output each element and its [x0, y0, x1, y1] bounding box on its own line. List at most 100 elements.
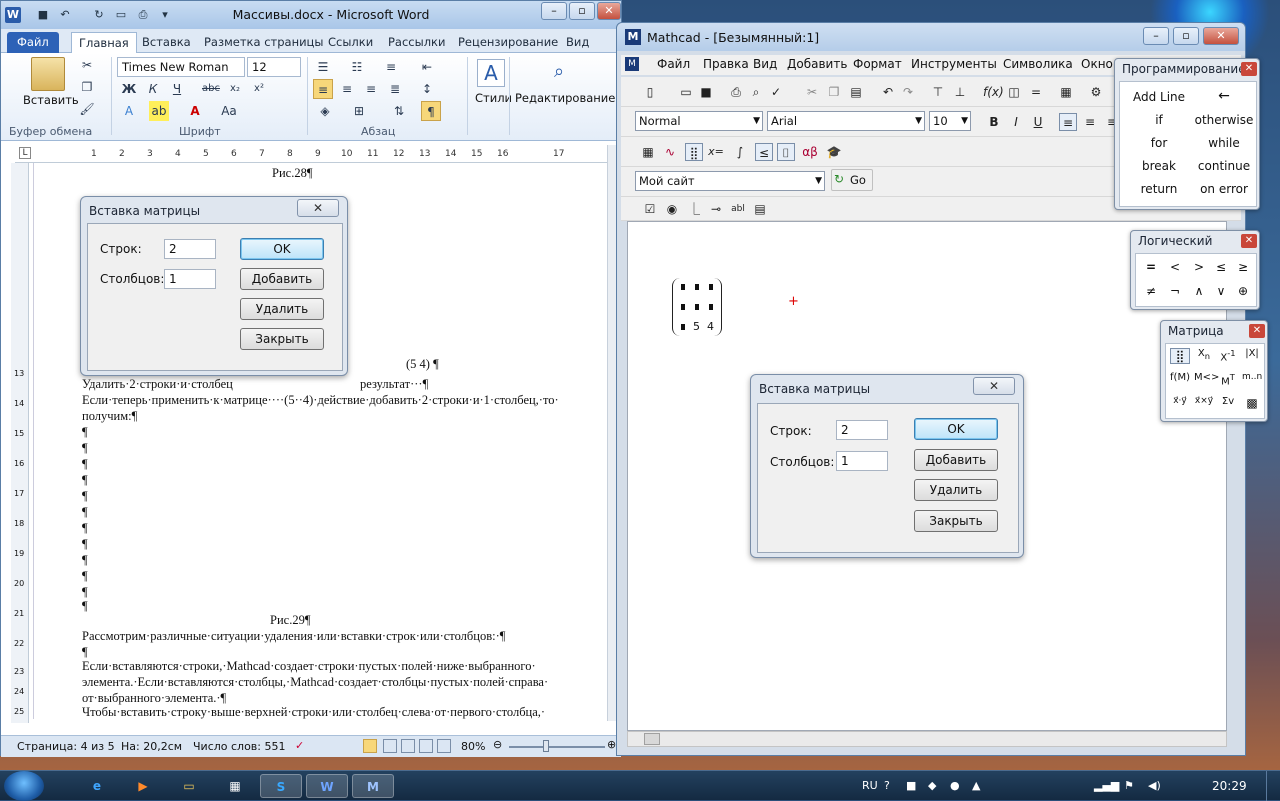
vectorize-icon[interactable]: f(M): [1170, 372, 1190, 383]
align-center-button[interactable]: ≡: [1081, 113, 1099, 131]
change-case-icon[interactable]: Aa: [219, 101, 239, 121]
tab-insert[interactable]: Вставка: [135, 32, 198, 53]
close-button[interactable]: ✕: [597, 2, 621, 20]
ok-button[interactable]: OK: [914, 418, 998, 440]
binoculars-icon[interactable]: ⌕: [545, 59, 573, 87]
insert-matrix-icon[interactable]: ⣿: [1170, 348, 1190, 364]
menu-tools[interactable]: Инструменты: [911, 57, 997, 71]
menu-edit[interactable]: Правка: [703, 57, 749, 71]
redo-icon[interactable]: ↷: [899, 83, 917, 101]
bold-button[interactable]: Ж: [119, 79, 139, 99]
save-icon[interactable]: ■: [35, 7, 51, 23]
less-than-button[interactable]: <: [1164, 260, 1186, 274]
tab-stop-icon[interactable]: L: [19, 147, 31, 159]
on-error-button[interactable]: on error: [1194, 182, 1254, 196]
new-icon[interactable]: ▯: [641, 83, 659, 101]
save-icon[interactable]: ■: [697, 83, 715, 101]
underline-button[interactable]: U: [1029, 113, 1047, 131]
rows-input[interactable]: 2: [164, 239, 216, 259]
boolean-icon[interactable]: ≤: [755, 143, 773, 161]
matrix-slot[interactable]: [695, 304, 699, 310]
component-icon[interactable]: ⚙: [1087, 83, 1105, 101]
add-line-button[interactable]: Add Line: [1124, 90, 1194, 104]
matrix-placeholder[interactable]: 5 4: [672, 278, 722, 336]
multilevel-list-icon[interactable]: ≡: [381, 57, 401, 77]
preview-icon[interactable]: ⌕: [747, 83, 765, 101]
tab-mailings[interactable]: Рассылки: [381, 32, 452, 53]
numbering-icon[interactable]: ☷: [347, 57, 367, 77]
media-player-icon[interactable]: ▶: [122, 774, 164, 798]
picture-icon[interactable]: ▩: [1242, 396, 1262, 410]
ok-button[interactable]: OK: [240, 238, 324, 260]
status-words[interactable]: Число слов: 551: [193, 740, 286, 753]
matrix-cell[interactable]: 4: [707, 320, 714, 333]
maximize-button[interactable]: ▫: [1173, 27, 1199, 45]
zoom-out-icon[interactable]: ⊖: [493, 738, 502, 751]
bullets-icon[interactable]: ☰: [313, 57, 333, 77]
tab-references[interactable]: Ссылки: [321, 32, 380, 53]
calculate-icon[interactable]: =: [1027, 83, 1045, 101]
calculator-icon[interactable]: ▦: [214, 774, 256, 798]
insert-picture-icon[interactable]: ▦: [1057, 83, 1075, 101]
button-control-icon[interactable]: ⎿: [685, 200, 703, 218]
matrix-slot[interactable]: [681, 284, 685, 290]
programming-icon[interactable]: ⌷: [777, 143, 795, 161]
proofing-icon[interactable]: ✓: [295, 739, 304, 752]
redo-icon[interactable]: ↻: [91, 7, 107, 23]
insert-unit-icon[interactable]: ◫: [1005, 83, 1023, 101]
zoom-in-icon[interactable]: ⊕: [607, 738, 616, 751]
greek-icon[interactable]: αβ: [801, 143, 819, 161]
less-equal-button[interactable]: ≤: [1210, 260, 1232, 274]
spellcheck-icon[interactable]: ✓: [767, 83, 785, 101]
zoom-slider-handle[interactable]: [543, 740, 549, 752]
minimize-button[interactable]: –: [541, 2, 567, 20]
tab-review[interactable]: Рецензирование: [451, 32, 565, 53]
otherwise-button[interactable]: otherwise: [1194, 113, 1254, 127]
tray-app-icon[interactable]: ●: [950, 779, 960, 792]
for-button[interactable]: for: [1124, 136, 1194, 150]
palette-close-icon[interactable]: ✕: [1241, 62, 1257, 76]
determinant-icon[interactable]: |X|: [1242, 348, 1262, 359]
break-button[interactable]: break: [1124, 159, 1194, 173]
matrix-slot[interactable]: [695, 284, 699, 290]
subscript-icon[interactable]: Xn: [1194, 348, 1214, 361]
site-select[interactable]: Мой сайт ▼: [635, 171, 825, 191]
radio-control-icon[interactable]: ◉: [663, 200, 681, 218]
volume-icon[interactable]: ◀): [1148, 779, 1161, 792]
tab-home[interactable]: Главная: [71, 32, 137, 53]
cut-icon[interactable]: ✂: [77, 55, 97, 75]
paste-icon[interactable]: ▤: [847, 83, 865, 101]
align-right-button[interactable]: ≡: [361, 79, 381, 99]
decrease-indent-icon[interactable]: ⇤: [417, 57, 437, 77]
matrix-icon[interactable]: ⣿: [685, 143, 703, 161]
not-button[interactable]: ¬: [1164, 284, 1186, 298]
strikethrough-button[interactable]: abc: [201, 79, 221, 99]
close-button[interactable]: Закрыть: [914, 510, 998, 532]
document-icon[interactable]: M: [625, 57, 639, 71]
style-select[interactable]: Normal ▼: [635, 111, 763, 131]
textbox-control-icon[interactable]: abl: [729, 200, 747, 218]
and-button[interactable]: ∧: [1188, 284, 1210, 298]
undo-icon[interactable]: ↶: [879, 83, 897, 101]
undo-icon[interactable]: ↶: [57, 7, 73, 23]
subscript-button[interactable]: x₂: [225, 79, 245, 99]
tray-app-icon[interactable]: ◆: [928, 779, 936, 792]
rows-input[interactable]: 2: [836, 420, 888, 440]
cols-input[interactable]: 1: [164, 269, 216, 289]
calculator-icon[interactable]: ▦: [639, 143, 657, 161]
menu-window[interactable]: Окно: [1081, 57, 1113, 71]
horizontal-scrollbar[interactable]: [627, 731, 1227, 747]
language-indicator[interactable]: RU: [862, 779, 878, 792]
word-app-icon[interactable]: W: [5, 7, 21, 23]
zoom-level[interactable]: 80%: [461, 740, 485, 753]
open-icon[interactable]: ▭: [113, 7, 129, 23]
mathcad-taskbar-icon[interactable]: M: [352, 774, 394, 798]
full-screen-icon[interactable]: [383, 739, 397, 753]
ie-icon[interactable]: e: [76, 774, 118, 798]
copy-icon[interactable]: ❐: [77, 77, 97, 97]
skype-icon[interactable]: S: [260, 774, 302, 798]
add-button[interactable]: Добавить: [914, 449, 998, 471]
delete-button[interactable]: Удалить: [914, 479, 998, 501]
sort-icon[interactable]: ⇅: [389, 101, 409, 121]
flag-icon[interactable]: ⚑: [1124, 779, 1134, 792]
